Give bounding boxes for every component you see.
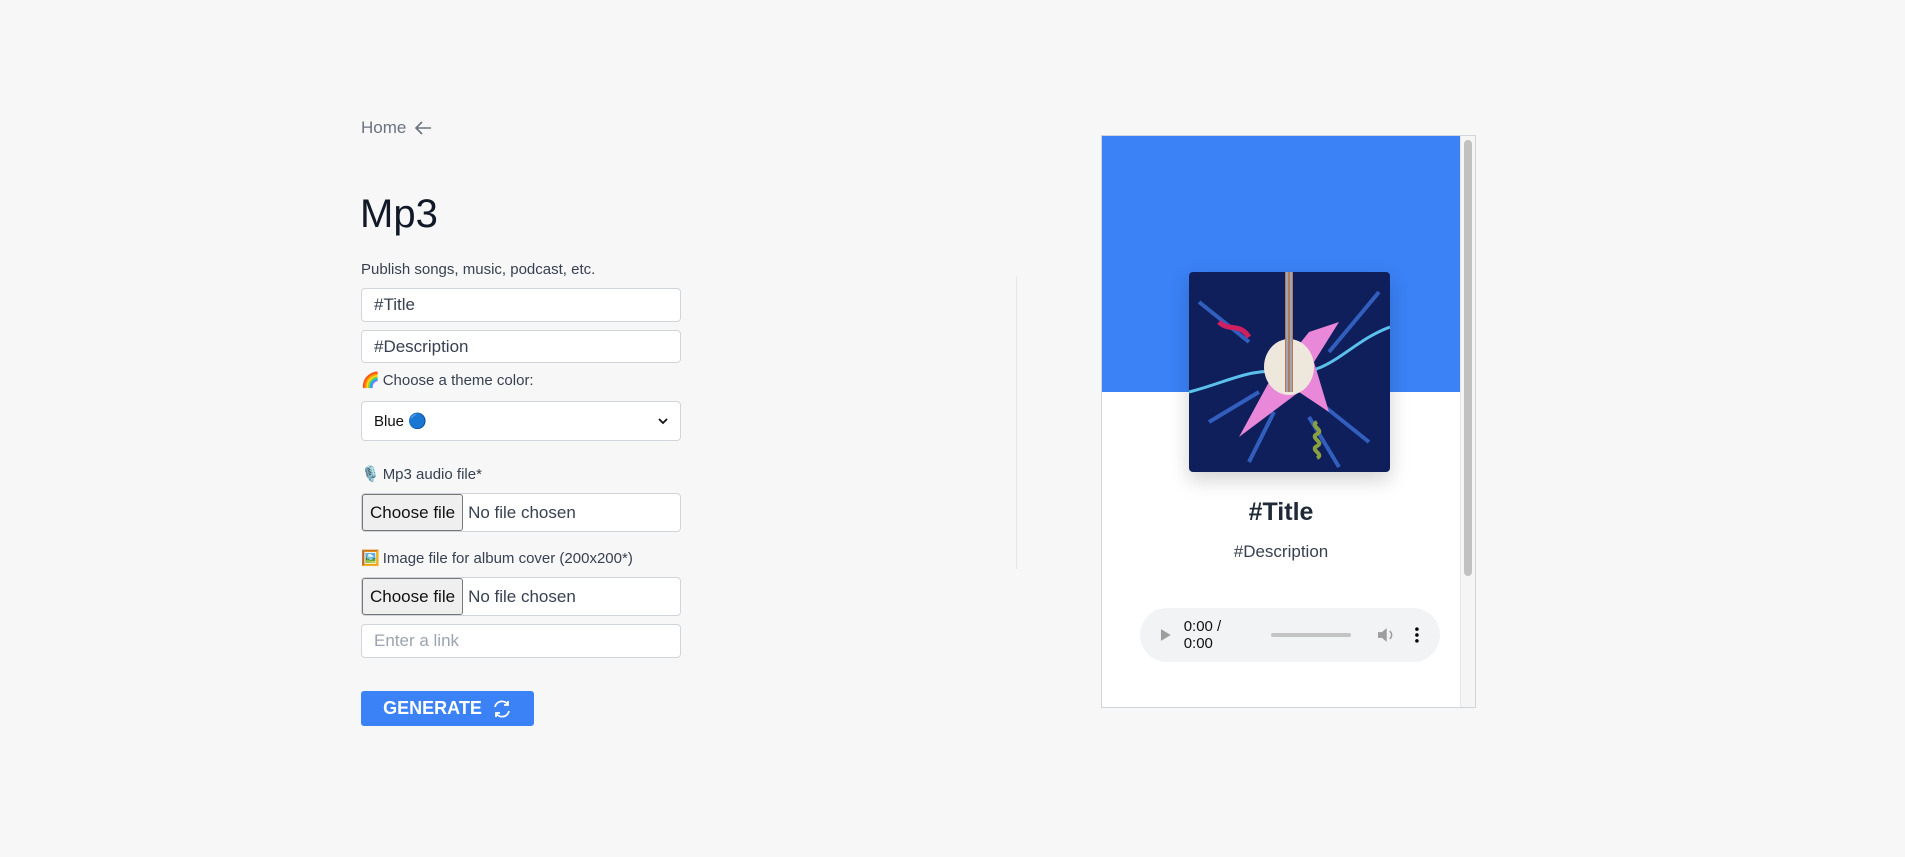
album-cover-image <box>1189 272 1390 472</box>
home-label: Home <box>361 118 407 137</box>
home-link[interactable]: Home <box>361 118 432 138</box>
preview-scrollbar[interactable] <box>1460 136 1475 707</box>
theme-selected-value: Blue 🔵 <box>374 413 427 430</box>
audio-label: 🎙️ Mp3 audio file* <box>361 465 482 484</box>
image-choose-file-button[interactable]: Choose file <box>362 578 464 615</box>
preview-title: #Title <box>1248 498 1314 526</box>
link-input[interactable]: Enter a link <box>361 624 681 658</box>
audio-player[interactable]: 0:00 / 0:00 <box>1140 608 1440 662</box>
generate-label: GENERATE <box>383 698 482 718</box>
audio-time: 0:00 / 0:00 <box>1183 618 1222 652</box>
theme-label: 🌈 Choose a theme color: <box>361 371 534 390</box>
chevron-down-icon <box>658 417 668 424</box>
generate-button[interactable]: GENERATE <box>361 691 534 726</box>
preview-description: #Description <box>1233 542 1329 561</box>
preview-frame: #Title #Description 0:00 / 0:00 <box>1101 135 1476 708</box>
rainbow-icon: 🌈 <box>361 372 380 389</box>
play-icon[interactable] <box>1160 628 1172 642</box>
audio-file-input[interactable]: Choose file No file chosen <box>361 493 681 532</box>
audio-choose-file-button[interactable]: Choose file <box>362 494 464 531</box>
theme-label-text: Choose a theme color: <box>382 371 534 389</box>
image-file-input[interactable]: Choose file No file chosen <box>361 577 681 616</box>
audio-file-status: No file chosen <box>468 502 576 522</box>
image-label-text: Image file for album cover (200x200*) <box>382 549 633 567</box>
page-title: Mp3 <box>360 192 438 236</box>
refresh-icon <box>493 700 510 717</box>
theme-select[interactable]: Blue 🔵 <box>361 401 681 441</box>
microphone-icon: 🎙️ <box>361 466 380 483</box>
audio-progress-slider[interactable] <box>1270 633 1351 637</box>
divider <box>1016 276 1017 569</box>
volume-icon[interactable] <box>1377 627 1395 643</box>
image-file-status: No file chosen <box>468 586 576 606</box>
image-label: 🖼️ Image file for album cover (200x200*) <box>361 549 633 568</box>
more-options-icon[interactable] <box>1414 627 1420 643</box>
scrollbar-thumb[interactable] <box>1464 140 1472 576</box>
page-subtitle: Publish songs, music, podcast, etc. <box>361 261 596 278</box>
audio-label-text: Mp3 audio file* <box>382 465 482 483</box>
description-input[interactable]: #Description <box>361 330 681 363</box>
picture-icon: 🖼️ <box>361 550 380 567</box>
arrow-left-icon <box>415 121 432 135</box>
title-input[interactable]: #Title <box>361 288 681 322</box>
